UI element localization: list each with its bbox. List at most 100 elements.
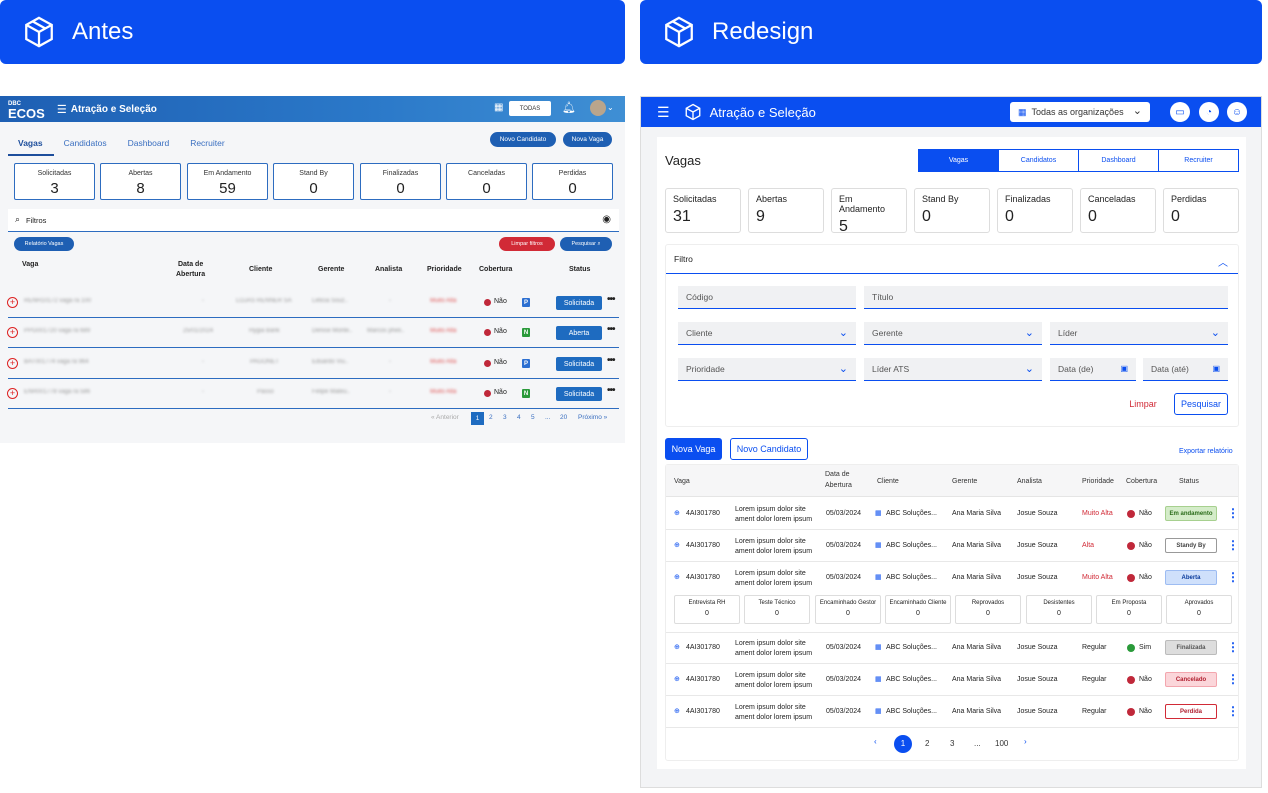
title-input[interactable]: Título — [864, 286, 1228, 309]
more-icon[interactable]: ⋮ — [1227, 570, 1239, 584]
page-2[interactable]: 2 — [925, 739, 929, 748]
export-link[interactable]: Exportar relatório — [1179, 448, 1233, 455]
chevron-right-icon[interactable]: › — [1024, 737, 1027, 746]
chevron-down-icon[interactable]: ⌄ — [607, 103, 614, 112]
more-icon[interactable]: ⋮ — [1227, 672, 1239, 686]
menu-icon[interactable]: ☰ — [657, 104, 670, 121]
chat-icon[interactable]: ▭ — [1170, 102, 1190, 122]
more-icon[interactable]: ⋮ — [1227, 538, 1239, 552]
eye-icon[interactable]: ◉ — [602, 214, 611, 225]
page-1[interactable]: 1 — [894, 735, 912, 753]
chevron-left-icon[interactable]: ‹ — [874, 737, 877, 746]
stage-card: Em Proposta 0 — [1096, 595, 1162, 624]
page-3[interactable]: 3 — [503, 414, 507, 421]
more-icon[interactable]: ⋮ — [1227, 506, 1239, 520]
add-icon[interactable]: ⊕ — [674, 643, 680, 651]
add-icon[interactable]: ⊕ — [674, 573, 680, 581]
new-job-button[interactable]: Nova Vaga — [563, 132, 612, 147]
new-candidate-button[interactable]: Novo Candidato — [730, 438, 808, 460]
user-icon[interactable]: ☺ — [1227, 102, 1247, 122]
tab-recruiter[interactable]: Recruiter — [1158, 149, 1239, 172]
status-badge: Perdida — [1165, 704, 1217, 719]
more-icon[interactable]: ••• — [607, 385, 615, 396]
avatar[interactable] — [590, 100, 606, 116]
stat-card: Perdidas 0 — [1163, 188, 1239, 233]
more-icon[interactable]: ⋮ — [1227, 704, 1239, 718]
add-icon[interactable]: + — [7, 358, 18, 369]
filter-header[interactable]: Filtro ︿ — [666, 245, 1238, 274]
pagination-prev[interactable]: « Anterior — [431, 414, 459, 421]
table-row[interactable]: ⊕ 4AI301780 Lorem ipsum dolor site ament … — [666, 696, 1239, 728]
add-icon[interactable]: + — [7, 327, 18, 338]
new-candidate-button[interactable]: Novo Candidato — [490, 132, 556, 147]
add-icon[interactable]: ⊕ — [674, 707, 680, 715]
page-100[interactable]: 100 — [995, 739, 1008, 748]
more-icon[interactable]: ⋮ — [1227, 640, 1239, 654]
clear-filters-button[interactable]: Limpar filtros — [499, 237, 555, 251]
page-title: Vagas — [665, 153, 701, 168]
box-icon — [685, 103, 700, 121]
page-1[interactable]: 1 — [471, 412, 484, 425]
add-icon[interactable]: + — [7, 388, 18, 399]
tab-recruiter[interactable]: Recruiter — [180, 132, 235, 156]
app-title: Atração e Seleção — [709, 104, 816, 120]
manager-select[interactable]: Gerente ⌄ — [864, 322, 1042, 345]
stat-card: Canceladas 0 — [1080, 188, 1156, 233]
filter-bar[interactable]: ⌕ Filtros ◉ — [8, 209, 619, 232]
report-button[interactable]: Relatório Vagas — [14, 237, 74, 251]
date-to-input[interactable]: Data (até) ▣ — [1143, 358, 1228, 381]
status-button[interactable]: Aberta — [556, 326, 602, 340]
org-select[interactable]: TODAS — [509, 101, 551, 116]
more-icon[interactable]: ••• — [607, 355, 615, 366]
stage-card: Aprovados 0 — [1166, 595, 1232, 624]
page-ellipsis: ... — [545, 414, 551, 421]
jobs-table: Vaga Data de Abertura Cliente Gerente Ana… — [665, 464, 1239, 761]
clear-button[interactable]: Limpar — [1118, 393, 1168, 415]
add-icon[interactable]: ⊕ — [674, 675, 680, 683]
ats-leader-select[interactable]: Líder ATS ⌄ — [864, 358, 1042, 381]
leader-select[interactable]: Líder ⌄ — [1050, 322, 1228, 345]
logo: DBC ECOS — [8, 101, 45, 121]
org-select[interactable]: ▦ Todas as organizações ⌄ — [1010, 102, 1150, 122]
new-job-button[interactable]: Nova Vaga — [665, 438, 722, 460]
chevron-up-icon[interactable]: ︿ — [1218, 254, 1228, 269]
chevron-down-icon: ⌄ — [1132, 105, 1142, 117]
pagination-next[interactable]: Próximo » — [578, 414, 607, 421]
stat-card: Stand By 0 — [273, 163, 354, 200]
date-from-input[interactable]: Data (de) ▣ — [1050, 358, 1136, 381]
search-button[interactable]: Pesquisar — [1174, 393, 1228, 415]
page-5[interactable]: 5 — [531, 414, 535, 421]
stat-card: Canceladas 0 — [446, 163, 527, 200]
tab-vagas[interactable]: Vagas — [8, 132, 54, 156]
page-3[interactable]: 3 — [950, 739, 954, 748]
table-row[interactable]: ⊕ 4AI301780 Lorem ipsum dolor site ament … — [666, 498, 1239, 530]
priority-select[interactable]: Prioridade ⌄ — [678, 358, 856, 381]
bell-icon[interactable]: ◔ — [1199, 102, 1219, 122]
page-4[interactable]: 4 — [517, 414, 521, 421]
table-row[interactable]: ⊕ 4AI301780 Lorem ipsum dolor site ament … — [666, 632, 1239, 664]
search-button[interactable]: Pesquisar ⌕ — [560, 237, 612, 251]
tab-dashboard[interactable]: Dashboard — [118, 132, 181, 156]
tab-candidatos[interactable]: Candidatos — [54, 132, 118, 156]
more-icon[interactable]: ••• — [607, 294, 615, 305]
tab-dashboard[interactable]: Dashboard — [1078, 149, 1159, 172]
add-icon[interactable]: ⊕ — [674, 541, 680, 549]
add-icon[interactable]: + — [7, 297, 18, 308]
tab-candidatos[interactable]: Candidatos — [998, 149, 1079, 172]
more-icon[interactable]: ••• — [607, 324, 615, 335]
page-2[interactable]: 2 — [489, 414, 493, 421]
table-row[interactable]: ⊕ 4AI301780 Lorem ipsum dolor site ament … — [666, 530, 1239, 562]
client-select[interactable]: Cliente ⌄ — [678, 322, 856, 345]
menu-icon[interactable]: ☰ — [57, 103, 67, 116]
status-button[interactable]: Solicitada — [556, 357, 602, 371]
tab-vagas[interactable]: Vagas — [918, 149, 999, 172]
table-row[interactable]: ⊕ 4AI301780 Lorem ipsum dolor site ament … — [666, 664, 1239, 696]
status-button[interactable]: Solicitada — [556, 387, 602, 401]
status-button[interactable]: Solicitada — [556, 296, 602, 310]
bell-icon[interactable]: 🔔︎ — [562, 101, 576, 114]
col-gerente: Gerente — [318, 266, 345, 273]
page-20[interactable]: 20 — [560, 414, 567, 421]
code-input[interactable]: Código — [678, 286, 856, 309]
building-icon: ▦ — [875, 574, 882, 581]
add-icon[interactable]: ⊕ — [674, 509, 680, 517]
